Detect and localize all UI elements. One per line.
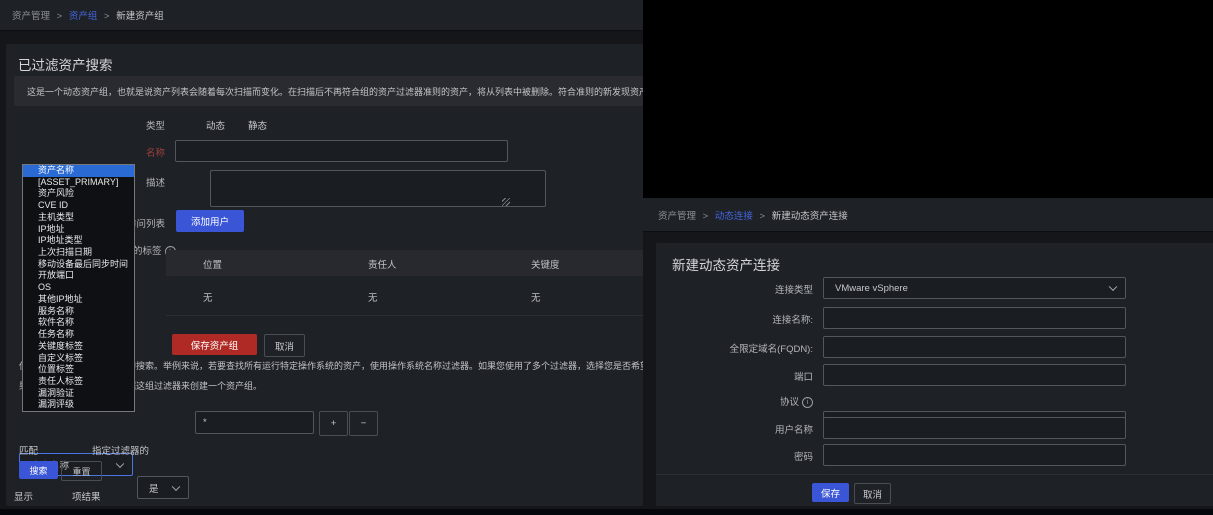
breadcrumb-item-asset-groups[interactable]: 资产组 [69, 11, 98, 22]
dropdown-option[interactable]: 自定义标签 [23, 353, 134, 365]
blank-black-region [643, 0, 1213, 198]
reset-button[interactable]: 重置 [61, 461, 102, 481]
fqdn-input[interactable] [823, 336, 1126, 358]
type-radio-dynamic-label[interactable]: 动态 [206, 118, 225, 132]
dropdown-option[interactable]: 资产风险 [23, 188, 134, 200]
textarea-resize-grip[interactable] [502, 198, 510, 206]
breadcrumb-item-current: 新建资产组 [116, 11, 164, 22]
filter-field-dropdown-list: 资产名称 [ASSET_PRIMARY] 资产风险 CVE ID 主机类型 IP… [22, 164, 135, 412]
breadcrumb: 资产管理 > 资产组 > 新建资产组 [12, 8, 164, 22]
name-label: 名称 [100, 145, 165, 159]
breadcrumb-item-current: 新建动态资产连接 [772, 211, 848, 222]
breadcrumb-item-dynamic-connections[interactable]: 动态连接 [715, 211, 753, 222]
cancel-button[interactable]: 取消 [264, 334, 305, 357]
save-button[interactable]: 保存 [812, 483, 849, 502]
breadcrumb-item-asset-management[interactable]: 资产管理 [658, 211, 696, 222]
fqdn-label: 全限定域名(FQDN): [693, 341, 813, 355]
results-suffix-label: 项结果 [72, 489, 101, 503]
dropdown-option[interactable]: 关键度标签 [23, 341, 134, 353]
dropdown-option[interactable]: 漏洞验证 [23, 388, 134, 400]
connection-name-input[interactable] [823, 307, 1126, 329]
asset-group-window: 资产管理 > 资产组 > 新建资产组 已过滤资产搜索 这是一个动态资产组，也就是… [0, 0, 643, 515]
results-prefix-label: 显示 [14, 489, 33, 503]
breadcrumb-item-asset-management[interactable]: 资产管理 [12, 11, 50, 22]
filter-operator-select[interactable]: 是 [137, 476, 189, 499]
table-cell-location: 无 [203, 290, 213, 304]
dropdown-option[interactable]: 漏洞评级 [23, 399, 134, 411]
dropdown-option[interactable]: [ASSET_PRIMARY] [23, 177, 134, 189]
password-label: 密码 [693, 449, 813, 463]
dropdown-option[interactable]: OS [23, 282, 134, 294]
connection-type-select[interactable]: VMware vSphere [823, 277, 1126, 299]
info-icon [802, 397, 813, 408]
breadcrumb: 资产管理 > 动态连接 > 新建动态资产连接 [658, 208, 848, 222]
port-label: 端口 [693, 369, 813, 383]
column-header-owner: 责任人 [368, 257, 397, 271]
username-label: 用户名称 [693, 422, 813, 436]
match-suffix-label: 指定过滤器的 [92, 443, 149, 457]
search-button[interactable]: 搜索 [19, 461, 58, 479]
cancel-button[interactable]: 取消 [854, 483, 891, 504]
column-header-criticality: 关键度 [531, 257, 560, 271]
footer-divider [656, 474, 1213, 475]
breadcrumb-separator: > [760, 211, 766, 222]
name-input[interactable] [175, 140, 508, 162]
breadcrumb-separator: > [104, 11, 110, 22]
chevron-down-icon [116, 459, 124, 467]
add-user-button[interactable]: 添加用户 [176, 210, 244, 232]
connection-type-label: 连接类型 [693, 282, 813, 296]
description-textarea[interactable] [210, 170, 546, 207]
dropdown-option[interactable]: 开放端口 [23, 270, 134, 282]
breadcrumb-separator: > [703, 211, 709, 222]
remove-filter-button[interactable]: − [349, 411, 378, 436]
dropdown-option[interactable]: 任务名称 [23, 329, 134, 341]
dropdown-option[interactable]: 服务名称 [23, 306, 134, 318]
dropdown-option[interactable]: 软件名称 [23, 317, 134, 329]
dropdown-option[interactable]: IP地址 [23, 224, 134, 236]
bottom-strip [0, 509, 1213, 515]
dropdown-option[interactable]: 其他IP地址 [23, 294, 134, 306]
dropdown-option[interactable]: 移动设备最后同步时间 [23, 259, 134, 271]
password-input[interactable] [823, 444, 1126, 466]
breadcrumb-separator: > [57, 11, 63, 22]
match-prefix-label: 匹配 [19, 443, 38, 457]
add-filter-button[interactable]: + [319, 411, 348, 436]
column-header-location: 位置 [203, 257, 222, 271]
dropdown-option[interactable]: IP地址类型 [23, 235, 134, 247]
page-title: 已过滤资产搜索 [18, 54, 113, 74]
filter-value-input[interactable] [195, 411, 314, 434]
breadcrumb-bar: 资产管理 > 资产组 > 新建资产组 [0, 0, 643, 31]
type-label: 类型 [100, 118, 165, 132]
dropdown-option[interactable]: 责任人标签 [23, 376, 134, 388]
dropdown-option[interactable]: 主机类型 [23, 212, 134, 224]
new-dynamic-connection-panel: 新建动态资产连接 连接类型 VMware vSphere 连接名称: 全限定域名… [656, 243, 1213, 506]
dynamic-group-description-box: 这是一个动态资产组，也就是说资产列表会随着每次扫描而变化。在扫描后不再符合组的资… [14, 76, 643, 106]
page-title: 新建动态资产连接 [672, 254, 780, 274]
type-radio-static-label[interactable]: 静态 [248, 118, 267, 132]
save-asset-group-button[interactable]: 保存资产组 [172, 334, 257, 355]
dropdown-option[interactable]: 资产名称 [23, 165, 134, 177]
table-header-row [166, 250, 643, 276]
table-divider [166, 315, 643, 316]
chevron-down-icon [1109, 283, 1117, 291]
dynamic-connection-window: 资产管理 > 动态连接 > 新建动态资产连接 新建动态资产连接 连接类型 VMw… [643, 0, 1213, 515]
protocol-label: 协议 [693, 394, 813, 408]
breadcrumb-bar: 资产管理 > 动态连接 > 新建动态资产连接 [643, 198, 1213, 232]
username-input[interactable] [823, 417, 1126, 439]
table-cell-owner: 无 [368, 290, 378, 304]
port-input[interactable] [823, 364, 1126, 386]
connection-name-label: 连接名称: [693, 312, 813, 326]
chevron-down-icon [172, 482, 180, 490]
dropdown-option[interactable]: 上次扫描日期 [23, 247, 134, 259]
dropdown-option[interactable]: 位置标签 [23, 364, 134, 376]
dropdown-option[interactable]: CVE ID [23, 200, 134, 212]
table-cell-criticality: 无 [531, 290, 541, 304]
dynamic-group-description: 这是一个动态资产组，也就是说资产列表会随着每次扫描而变化。在扫描后不再符合组的资… [27, 85, 643, 98]
